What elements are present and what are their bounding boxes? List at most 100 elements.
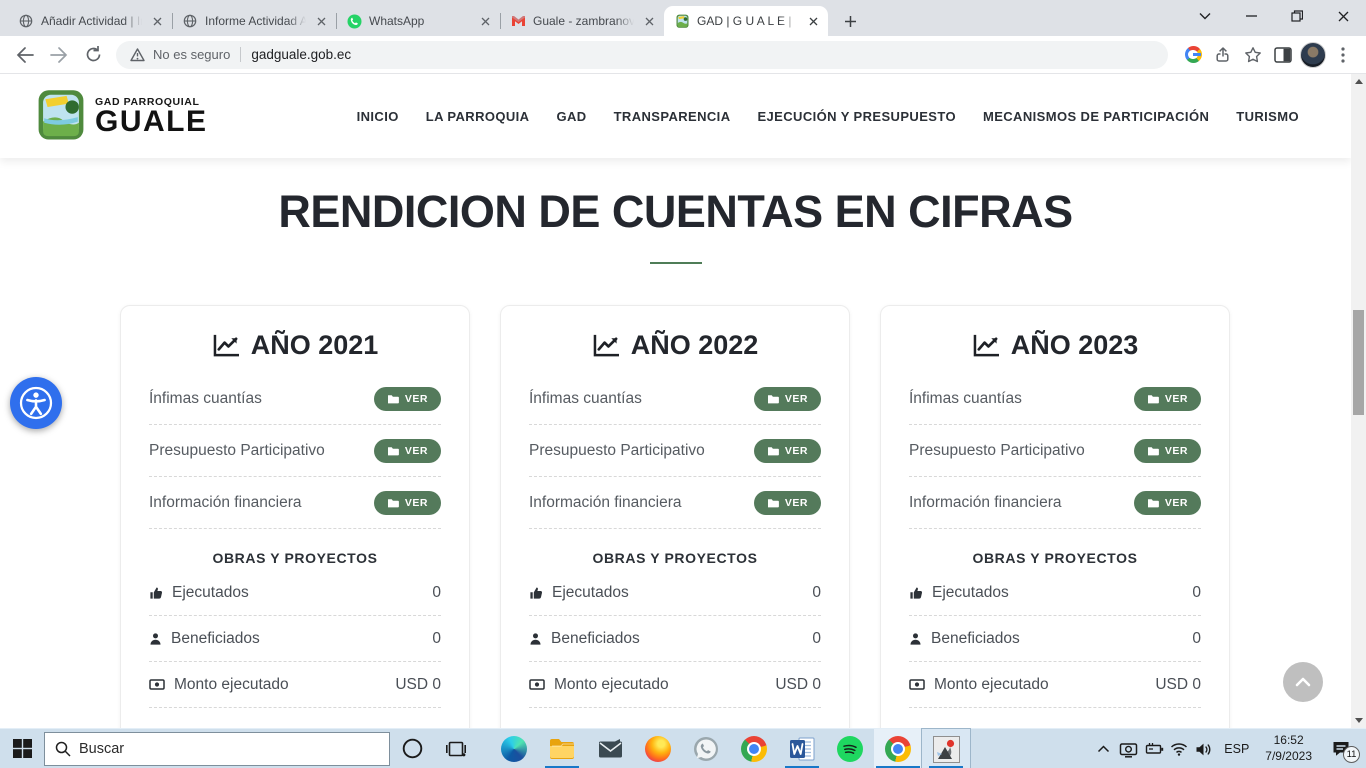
tray-wifi-icon[interactable] xyxy=(1166,729,1191,768)
windows-taskbar: ESP 16:52 7/9/2023 11 xyxy=(0,728,1366,768)
accessibility-widget-button[interactable] xyxy=(10,377,62,429)
close-icon[interactable] xyxy=(477,13,494,30)
profile-avatar[interactable] xyxy=(1298,40,1328,70)
bookmark-star-icon[interactable] xyxy=(1238,40,1268,70)
tray-volume-icon[interactable] xyxy=(1191,729,1216,768)
taskbar-clock[interactable]: 16:52 7/9/2023 xyxy=(1257,733,1320,764)
menu-dots-icon[interactable] xyxy=(1328,40,1358,70)
nav-item-mecanismos[interactable]: MECANISMOS DE PARTICIPACIÓN xyxy=(983,109,1209,124)
scrollbar-up-arrow[interactable] xyxy=(1351,74,1366,89)
taskbar-chrome-icon[interactable] xyxy=(730,729,778,768)
taskbar-word-icon[interactable] xyxy=(778,729,826,768)
task-view-icon xyxy=(446,741,466,757)
back-button[interactable] xyxy=(8,38,42,72)
taskbar-spotify-icon[interactable] xyxy=(826,729,874,768)
stat-row: Beneficiados 0 xyxy=(909,616,1201,662)
ver-button[interactable]: VER xyxy=(754,491,821,515)
person-icon xyxy=(909,632,922,646)
share-icon[interactable] xyxy=(1208,40,1238,70)
ver-button[interactable]: VER xyxy=(1134,491,1201,515)
folder-icon xyxy=(767,446,779,456)
nav-item-transparencia[interactable]: TRANSPARENCIA xyxy=(614,109,731,124)
taskbar-mail-icon[interactable] xyxy=(586,729,634,768)
ver-button[interactable]: VER xyxy=(754,439,821,463)
doc-row: Ínfimas cuantías VER xyxy=(909,373,1201,425)
address-bar[interactable]: No es seguro gadguale.gob.ec xyxy=(116,41,1168,69)
new-tab-button[interactable] xyxy=(836,7,864,35)
doc-row: Presupuesto Participativo VER xyxy=(909,425,1201,477)
ver-button[interactable]: VER xyxy=(1134,439,1201,463)
stat-value: USD 0 xyxy=(395,676,441,694)
main-navigation: INICIO LA PARROQUIA GAD TRANSPARENCIA EJ… xyxy=(357,109,1315,124)
nav-item-ejecucion[interactable]: EJECUCIÓN Y PRESUPUESTO xyxy=(757,109,955,124)
close-icon[interactable] xyxy=(805,13,822,30)
google-logo-icon[interactable] xyxy=(1178,40,1208,70)
forward-button[interactable] xyxy=(42,38,76,72)
ver-button[interactable]: VER xyxy=(754,387,821,411)
clock-time: 16:52 xyxy=(1274,733,1304,747)
taskbar-file-explorer-icon[interactable] xyxy=(538,729,586,768)
doc-row: Información financiera VER xyxy=(529,477,821,529)
tray-battery-icon[interactable] xyxy=(1141,729,1166,768)
doc-row-label: Ínfimas cuantías xyxy=(149,390,262,408)
not-secure-warning-icon[interactable] xyxy=(130,48,145,62)
page-title: RENDICION DE CUENTAS EN CIFRAS xyxy=(0,186,1351,238)
page-scrollbar[interactable] xyxy=(1351,74,1366,728)
close-icon[interactable] xyxy=(313,13,330,30)
nav-item-inicio[interactable]: INICIO xyxy=(357,109,399,124)
logo-title: GUALE xyxy=(95,108,208,137)
card-title: AÑO 2022 xyxy=(529,330,821,361)
reload-button[interactable] xyxy=(76,38,110,72)
stat-label: Beneficiados xyxy=(551,630,640,648)
search-input[interactable] xyxy=(79,741,329,757)
browser-tab-2[interactable]: Informe Actividad ACT-15 xyxy=(172,6,336,36)
start-button[interactable] xyxy=(0,729,44,768)
tab-title: Guale - zambranoverajosean xyxy=(533,14,634,28)
close-window-button[interactable] xyxy=(1320,0,1366,32)
cortana-button[interactable] xyxy=(390,729,434,768)
minimize-button[interactable] xyxy=(1228,0,1274,32)
browser-tab-strip: Añadir Actividad | Informes M Informe Ac… xyxy=(0,0,1366,36)
doc-row-label: Presupuesto Participativo xyxy=(529,442,705,460)
browser-tab-4[interactable]: Guale - zambranoverajosean xyxy=(500,6,664,36)
close-icon[interactable] xyxy=(641,13,658,30)
scrollbar-thumb[interactable] xyxy=(1353,310,1364,415)
browser-tab-active[interactable]: GAD | G U A L E | xyxy=(664,6,828,36)
stat-value: 0 xyxy=(1192,630,1201,648)
omnibox-divider xyxy=(240,47,241,62)
site-logo[interactable]: GAD PARROQUIAL GUALE xyxy=(36,88,208,144)
ver-button[interactable]: VER xyxy=(374,387,441,411)
ver-button[interactable]: VER xyxy=(1134,387,1201,411)
browser-tab-3[interactable]: WhatsApp xyxy=(336,6,500,36)
close-icon[interactable] xyxy=(149,13,166,30)
doc-row-label: Información financiera xyxy=(909,494,1062,512)
task-view-button[interactable] xyxy=(434,729,478,768)
stat-value: USD 0 xyxy=(775,676,821,694)
taskbar-apps xyxy=(490,729,970,768)
tray-chevron-up-icon[interactable] xyxy=(1091,729,1116,768)
browser-tab-1[interactable]: Añadir Actividad | Informes M xyxy=(8,6,172,36)
year-card-2021: AÑO 2021 Ínfimas cuantías VER Presupuest… xyxy=(120,305,470,728)
taskbar-chrome-active-icon[interactable] xyxy=(874,729,922,768)
scroll-to-top-button[interactable] xyxy=(1283,662,1323,702)
taskbar-search-box[interactable] xyxy=(44,732,390,766)
taskbar-firefox-icon[interactable] xyxy=(634,729,682,768)
side-panel-icon[interactable] xyxy=(1268,40,1298,70)
notification-center-button[interactable]: 11 xyxy=(1320,729,1362,768)
tab-search-chevron-icon[interactable] xyxy=(1182,0,1228,32)
taskbar-edge-icon[interactable] xyxy=(490,729,538,768)
ver-button[interactable]: VER xyxy=(374,491,441,515)
stat-value: USD 0 xyxy=(1155,676,1201,694)
scrollbar-down-arrow[interactable] xyxy=(1351,713,1366,728)
ver-button[interactable]: VER xyxy=(374,439,441,463)
nav-item-la-parroquia[interactable]: LA PARROQUIA xyxy=(426,109,530,124)
language-indicator[interactable]: ESP xyxy=(1216,742,1257,756)
restore-button[interactable] xyxy=(1274,0,1320,32)
stat-value: 0 xyxy=(812,630,821,648)
nav-item-gad[interactable]: GAD xyxy=(556,109,586,124)
nav-item-turismo[interactable]: TURISMO xyxy=(1236,109,1299,124)
taskbar-whatsapp-icon[interactable] xyxy=(682,729,730,768)
tray-cast-icon[interactable] xyxy=(1116,729,1141,768)
doc-row: Ínfimas cuantías VER xyxy=(529,373,821,425)
taskbar-java-app-icon[interactable] xyxy=(922,729,970,768)
